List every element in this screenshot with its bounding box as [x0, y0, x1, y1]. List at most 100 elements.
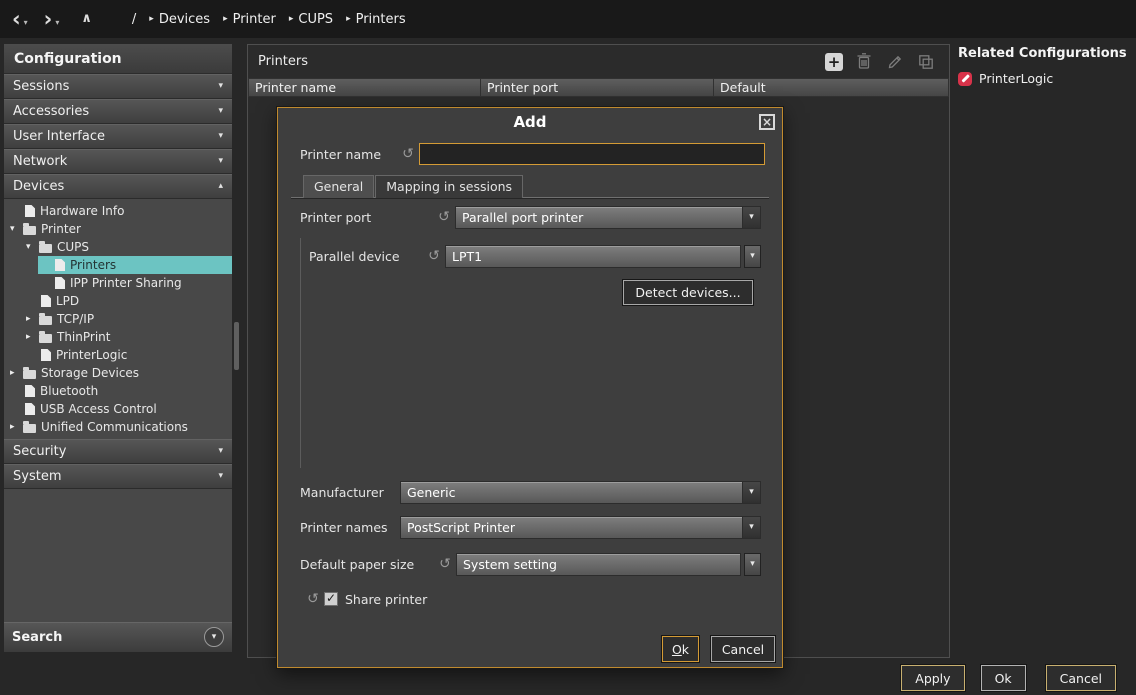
tree-item-ipp-printer-sharing[interactable]: IPP Printer Sharing — [4, 274, 232, 292]
tree-item-bluetooth[interactable]: Bluetooth — [4, 382, 232, 400]
section-devices[interactable]: Devices ▴ — [4, 174, 232, 199]
tree-item-lpd[interactable]: LPD — [4, 292, 232, 310]
sidebar-title: Configuration — [4, 44, 232, 74]
breadcrumb-label: Printer — [233, 12, 276, 27]
scrollbar-handle[interactable] — [234, 322, 239, 370]
section-accessories[interactable]: Accessories ▾ — [4, 99, 232, 124]
expand-caret-icon[interactable]: ▸ — [10, 422, 23, 432]
add-button[interactable]: + — [825, 53, 843, 71]
collapse-caret-icon[interactable]: ▾ — [10, 224, 23, 234]
search-expand-button[interactable]: ▾ — [204, 627, 224, 647]
section-system[interactable]: System ▾ — [4, 464, 232, 489]
document-icon — [25, 403, 35, 415]
section-security[interactable]: Security ▾ — [4, 439, 232, 464]
section-label: User Interface — [13, 129, 105, 144]
tree-item-printer[interactable]: ▾ Printer — [4, 220, 232, 238]
folder-icon — [23, 424, 36, 433]
detect-devices-button[interactable]: Detect devices... — [623, 280, 753, 305]
reset-icon[interactable]: ↺ — [397, 146, 419, 162]
section-network[interactable]: Network ▾ — [4, 149, 232, 174]
tab-general[interactable]: General — [303, 175, 374, 198]
tree-item-usb-access-control[interactable]: USB Access Control — [4, 400, 232, 418]
related-item-printerlogic[interactable]: PrinterLogic — [958, 71, 1132, 86]
up-button[interactable]: ∧ — [81, 11, 92, 27]
printer-names-select[interactable]: PostScript Printer ▾ — [400, 516, 761, 539]
paper-size-value: System setting — [457, 554, 740, 575]
dialog-ok-button[interactable]: Ok — [662, 636, 699, 662]
breadcrumb-arrow-icon: ▸ — [149, 14, 154, 24]
duplicate-button[interactable] — [916, 52, 936, 72]
parallel-device-input[interactable]: LPT1 — [445, 245, 741, 268]
manufacturer-select[interactable]: Generic ▾ — [400, 481, 761, 504]
chevron-down-icon: ▾ — [212, 632, 217, 642]
reset-icon[interactable]: ↺ — [302, 591, 324, 607]
folder-icon — [39, 244, 52, 253]
folder-icon — [23, 226, 36, 235]
footer-actions: Apply Ok Cancel — [901, 665, 1116, 691]
reset-icon[interactable]: ↺ — [423, 248, 445, 264]
forward-button[interactable]: › ▾ — [44, 10, 60, 28]
paper-size-input[interactable]: System setting — [456, 553, 741, 576]
expand-caret-icon[interactable]: ▸ — [26, 332, 39, 342]
tree-item-cups[interactable]: ▾ CUPS — [4, 238, 232, 256]
breadcrumb-arrow-icon: ▸ — [346, 14, 351, 24]
tree-item-thinprint[interactable]: ▸ ThinPrint — [4, 328, 232, 346]
section-user-interface[interactable]: User Interface ▾ — [4, 124, 232, 149]
back-history-caret-icon: ▾ — [24, 18, 28, 27]
edit-button[interactable] — [885, 52, 905, 72]
printer-port-value: Parallel port printer — [456, 207, 742, 228]
close-button[interactable]: × — [759, 114, 775, 130]
chevron-down-icon: ▾ — [218, 156, 223, 166]
devices-tree: Hardware Info ▾ Printer ▾ CUPS Printers — [4, 199, 232, 439]
expand-caret-icon[interactable]: ▸ — [10, 368, 23, 378]
cancel-button[interactable]: Cancel — [1046, 665, 1116, 691]
tree-item-unified-communications[interactable]: ▸ Unified Communications — [4, 418, 232, 436]
apply-button[interactable]: Apply — [901, 665, 964, 691]
breadcrumb-item-printer[interactable]: ▸ Printer — [223, 12, 276, 27]
delete-button[interactable] — [854, 52, 874, 72]
back-button[interactable]: ‹ ▾ — [12, 10, 28, 28]
section-sessions[interactable]: Sessions ▾ — [4, 74, 232, 99]
collapse-caret-icon[interactable]: ▾ — [26, 242, 39, 252]
tab-mapping-in-sessions[interactable]: Mapping in sessions — [375, 175, 523, 198]
share-printer-checkbox[interactable] — [324, 592, 338, 606]
breadcrumb-item-printers[interactable]: ▸ Printers — [346, 12, 406, 27]
forward-icon: › — [44, 10, 53, 28]
reset-icon[interactable]: ↺ — [433, 209, 455, 225]
tree-item-hardware-info[interactable]: Hardware Info — [4, 202, 232, 220]
breadcrumb-item-cups[interactable]: ▸ CUPS — [289, 12, 333, 27]
sidebar-scrollbar[interactable] — [234, 44, 239, 652]
column-header-default[interactable]: Default — [714, 78, 949, 97]
tree-item-printerlogic[interactable]: PrinterLogic — [4, 346, 232, 364]
document-icon — [41, 349, 51, 361]
ok-button[interactable]: Ok — [981, 665, 1026, 691]
up-icon: ∧ — [81, 11, 92, 27]
parallel-device-dropdown-button[interactable]: ▾ — [744, 245, 761, 268]
tree-item-storage-devices[interactable]: ▸ Storage Devices — [4, 364, 232, 382]
chevron-up-icon: ▴ — [218, 181, 223, 191]
chevron-down-icon: ▾ — [218, 446, 223, 456]
tree-item-tcp-ip[interactable]: ▸ TCP/IP — [4, 310, 232, 328]
plus-icon: + — [828, 54, 841, 70]
dialog-titlebar: Add × — [278, 108, 782, 136]
parallel-port-group: Parallel device ↺ LPT1 ▾ Detect devices.… — [300, 238, 761, 468]
modified-badge-icon — [958, 72, 972, 86]
printer-name-input[interactable] — [419, 143, 765, 165]
paper-size-dropdown-button[interactable]: ▾ — [744, 553, 761, 576]
expand-caret-icon[interactable]: ▸ — [26, 314, 39, 324]
search-bar[interactable]: Search ▾ — [4, 622, 232, 652]
reset-icon[interactable]: ↺ — [434, 556, 456, 572]
section-label: System — [13, 469, 61, 484]
breadcrumb-item-devices[interactable]: ▸ Devices — [149, 12, 210, 27]
close-icon: × — [762, 115, 772, 129]
column-header-printer-name[interactable]: Printer name — [248, 78, 481, 97]
trash-icon — [856, 53, 872, 70]
breadcrumb-root[interactable]: / — [132, 12, 136, 27]
printer-name-label: Printer name — [300, 147, 397, 162]
printer-port-select[interactable]: Parallel port printer ▾ — [455, 206, 761, 229]
tree-item-printers[interactable]: Printers — [4, 256, 232, 274]
dialog-cancel-button[interactable]: Cancel — [711, 636, 775, 662]
column-header-printer-port[interactable]: Printer port — [481, 78, 714, 97]
chevron-down-icon: ▾ — [742, 207, 760, 228]
pencil-icon — [887, 54, 903, 70]
